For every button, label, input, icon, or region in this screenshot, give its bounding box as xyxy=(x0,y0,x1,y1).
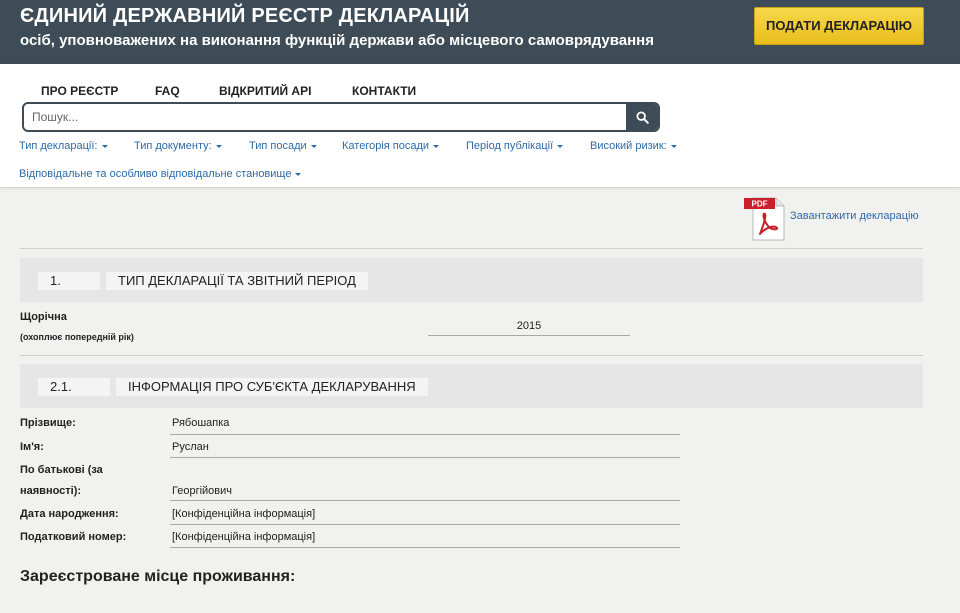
chevron-down-icon xyxy=(101,144,108,148)
nav-contacts[interactable]: КОНТАКТИ xyxy=(352,84,416,98)
filter-position-type[interactable]: Тип посади xyxy=(249,140,317,152)
search-box xyxy=(22,102,660,132)
chevron-down-icon xyxy=(295,172,302,176)
divider xyxy=(20,248,923,249)
search-input[interactable] xyxy=(24,104,628,130)
filter-high-risk[interactable]: Високий ризик: xyxy=(590,140,677,152)
header-banner: ЄДИНИЙ ДЕРЖАВНИЙ РЕЄСТР ДЕКЛАРАЦІЙ осіб,… xyxy=(0,0,960,64)
field-underline xyxy=(428,335,630,336)
chevron-down-icon xyxy=(670,144,677,148)
filter-label: Тип документу: xyxy=(134,140,212,152)
pdf-icon[interactable]: PDF xyxy=(744,196,788,242)
filter-declaration-type[interactable]: Тип декларації: xyxy=(19,140,108,152)
tax-number-value: [Конфіденційна інформація] xyxy=(172,531,316,543)
submit-declaration-button[interactable]: ПОДАТИ ДЕКЛАРАЦІЮ xyxy=(754,7,924,45)
filter-label: Категорія посади xyxy=(342,140,430,152)
surname-value: Рябошапка xyxy=(172,417,230,429)
field-underline xyxy=(170,457,680,458)
residence-heading: Зареєстроване місце проживання: xyxy=(20,568,296,585)
navigation-area: ПРО РЕЄСТР FAQ ВІДКРИТИЙ API КОНТАКТИ Ти… xyxy=(0,64,960,188)
site-title: ЄДИНИЙ ДЕРЖАВНИЙ РЕЄСТР ДЕКЛАРАЦІЙ xyxy=(20,5,470,27)
filter-publication-period[interactable]: Період публікації xyxy=(466,140,564,152)
birth-date-value: [Конфіденційна інформація] xyxy=(172,508,316,520)
pdf-icon-label: PDF xyxy=(752,200,768,209)
search-button[interactable] xyxy=(626,104,658,130)
patronymic-value: Георгійович xyxy=(172,485,233,497)
birth-date-label: Дата народження: xyxy=(20,508,119,520)
tax-number-label: Податковий номер: xyxy=(20,531,127,543)
filter-responsible-position[interactable]: Відповідальне та особливо відповідальне … xyxy=(19,168,302,180)
chevron-down-icon xyxy=(215,144,222,148)
field-underline xyxy=(170,500,680,501)
filter-label: Тип декларації: xyxy=(19,140,98,152)
section-number: 1. xyxy=(38,272,100,290)
section-subject-info: 2.1. ІНФОРМАЦІЯ ПРО СУБ'ЄКТА ДЕКЛАРУВАНН… xyxy=(20,364,923,408)
filter-label: Період публікації xyxy=(466,140,554,152)
chevron-down-icon xyxy=(433,144,440,148)
nav-open-api[interactable]: ВІДКРИТИЙ API xyxy=(219,84,311,98)
section-title: ТИП ДЕКЛАРАЦІЇ ТА ЗВІТНИЙ ПЕРІОД xyxy=(106,272,368,290)
filter-label: Відповідальне та особливо відповідальне … xyxy=(19,168,292,180)
section-title: ІНФОРМАЦІЯ ПРО СУБ'ЄКТА ДЕКЛАРУВАННЯ xyxy=(116,378,428,396)
section-number: 2.1. xyxy=(38,378,110,396)
patronymic-label: По батькові (за xyxy=(20,464,103,476)
field-underline xyxy=(170,434,680,435)
first-name-value: Руслан xyxy=(172,441,209,453)
filter-label: Високий ризик: xyxy=(590,140,667,152)
nav-faq[interactable]: FAQ xyxy=(155,84,180,98)
chevron-down-icon xyxy=(310,144,317,148)
field-underline xyxy=(170,547,680,548)
filter-position-category[interactable]: Категорія посади xyxy=(342,140,440,152)
nav-about-registry[interactable]: ПРО РЕЄСТР xyxy=(41,84,118,98)
chevron-down-icon xyxy=(557,144,564,148)
filter-document-type[interactable]: Тип документу: xyxy=(134,140,222,152)
filter-label: Тип посади xyxy=(249,140,307,152)
declaration-type-label: Щорічна xyxy=(20,311,67,323)
field-underline xyxy=(170,524,680,525)
declaration-type-note: (охоплює попередній рік) xyxy=(20,332,134,342)
section-declaration-type: 1. ТИП ДЕКЛАРАЦІЇ ТА ЗВІТНИЙ ПЕРІОД xyxy=(20,258,923,302)
surname-label: Прізвище: xyxy=(20,417,76,429)
first-name-label: Ім'я: xyxy=(20,441,44,453)
patronymic-label-cont: наявності): xyxy=(20,485,82,497)
divider xyxy=(20,355,923,356)
search-icon xyxy=(635,110,649,124)
download-declaration-link[interactable]: Завантажити декларацію xyxy=(790,210,919,222)
declaration-year: 2015 xyxy=(516,320,542,332)
site-subtitle: осіб, уповноважених на виконання функцій… xyxy=(20,32,654,49)
